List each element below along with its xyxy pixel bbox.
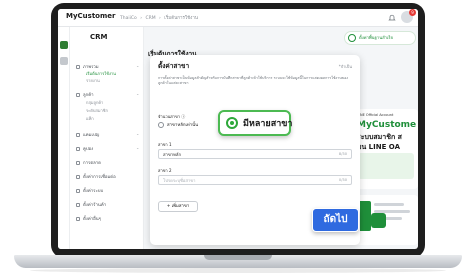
breadcrumb-current: เริ่มต้นการใช้งาน <box>164 16 198 21</box>
sidebar-item-segments[interactable]: กลุ่มลูกค้า <box>86 99 103 106</box>
sidebar-item-system[interactable]: ตั้งค่าระบบ <box>76 187 103 194</box>
laptop-mockup: MyCustomer ThaiiCo › CRM › เริ่มต้นการใช… <box>0 0 476 280</box>
users-icon <box>76 92 80 97</box>
top-bar: MyCustomer ThaiiCo › CRM › เริ่มต้นการใช… <box>58 9 418 27</box>
app-rail <box>58 27 70 249</box>
bell-icon[interactable] <box>388 14 396 22</box>
store-icon <box>76 202 80 207</box>
branch2-label: สาขา 2 <box>158 168 172 173</box>
sidebar-item-overview[interactable]: ภาพรวม <box>76 63 99 70</box>
char-counter: 8/30 <box>338 152 347 156</box>
chevron-down-icon[interactable]: ⌄ <box>136 91 139 96</box>
breadcrumb-item[interactable]: CRM <box>145 16 155 21</box>
breadcrumb: ThaiiCo › CRM › เริ่มต้นการใช้งาน <box>120 14 200 21</box>
plug-icon <box>76 174 80 179</box>
sidebar-title: CRM <box>90 33 108 41</box>
promo-subheading: บน LINE OA <box>357 143 400 151</box>
promo-tag: LINE Official Account <box>357 113 394 117</box>
sidebar-item-tags[interactable]: แท็ก <box>86 115 94 122</box>
home-icon <box>76 64 80 69</box>
check-circle-icon <box>348 34 356 42</box>
radio-unchecked-icon <box>158 121 164 128</box>
more-icon <box>76 216 80 221</box>
setup-status-pill[interactable]: ตั้งค่าพื้นฐานสำเร็จ <box>344 31 416 45</box>
sidebar-item-marketing[interactable]: การตลาด <box>76 159 101 166</box>
branch1-input[interactable]: สาขาหลัก 8/30 <box>158 149 352 159</box>
radio-checked-icon <box>226 117 238 129</box>
chat-widget-icon[interactable] <box>371 213 386 228</box>
megaphone-icon <box>76 160 80 165</box>
sidebar-item-coupon[interactable]: คูปอง <box>76 145 93 152</box>
next-button[interactable]: ถัดไป <box>312 208 359 232</box>
notification-badge: 9 <box>409 9 416 16</box>
sidebar: CRM ภาพรวม เริ่มต้นการใช้งาน รายงาน ลูกค… <box>70 27 144 249</box>
laptop-notch <box>204 255 272 260</box>
radio-single-branch[interactable]: สาขาหลักเท่านั้น <box>158 121 198 128</box>
sidebar-item-store[interactable]: ตั้งค่าร้านค้า <box>76 201 106 208</box>
chevron-down-icon[interactable]: ⌄ <box>136 63 139 68</box>
breadcrumb-item[interactable]: ThaiiCo <box>120 16 137 21</box>
campaign-icon <box>76 132 80 137</box>
modal-title: ตั้งค่าสาขา <box>158 62 190 70</box>
branch2-input[interactable]: โปรดระบุชื่อสาขา 0/30 <box>158 175 352 185</box>
footer-text <box>148 242 348 248</box>
gear-icon <box>76 188 80 193</box>
promo-image <box>358 153 414 179</box>
promo-heading: MyCustome <box>357 120 417 130</box>
chevron-down-icon[interactable]: ⌄ <box>136 145 139 150</box>
text-placeholder <box>374 203 404 206</box>
laptop-shadow <box>30 268 446 273</box>
coupon-icon <box>76 146 80 151</box>
breadcrumb-separator: › <box>140 16 143 21</box>
app-icon[interactable] <box>60 57 68 65</box>
sidebar-item-getting-started[interactable]: เริ่มต้นการใช้งาน <box>86 70 116 77</box>
sidebar-item-integrations[interactable]: ตั้งค่าการเชื่อมต่อ <box>76 173 116 180</box>
branch-count-label: จำนวนสาขา ⓘ <box>158 114 186 119</box>
radio-multi-branch-label: มีหลายสาขา <box>243 119 293 129</box>
breadcrumb-separator: › <box>159 16 161 21</box>
branch1-label: สาขา 1 <box>158 142 172 147</box>
sidebar-item-other[interactable]: ตั้งค่าอื่นๆ <box>76 215 101 222</box>
chevron-down-icon[interactable]: ⌄ <box>136 131 139 136</box>
brand-logo[interactable]: MyCustomer <box>66 12 115 20</box>
sidebar-item-campaign[interactable]: แคมเปญ <box>76 131 99 138</box>
radio-multi-branch-callout[interactable]: มีหลายสาขา <box>218 110 293 136</box>
required-note: *จำเป็น <box>338 64 352 69</box>
char-counter: 0/30 <box>338 178 347 182</box>
promo-card[interactable]: LINE Official Account MyCustome ระบบสมาช… <box>352 109 418 189</box>
sidebar-item-customers[interactable]: ลูกค้า <box>76 91 94 98</box>
modal-description: การตั้งค่าสาขาเป็นข้อมูลสำคัญสำหรับการบั… <box>158 76 349 85</box>
sidebar-item-tiers[interactable]: ระดับสมาชิก <box>86 107 108 114</box>
crm-app-icon[interactable] <box>60 41 68 49</box>
sidebar-item-report[interactable]: รายงาน <box>86 77 100 84</box>
add-branch-button[interactable]: + เพิ่มสาขา <box>158 201 198 212</box>
